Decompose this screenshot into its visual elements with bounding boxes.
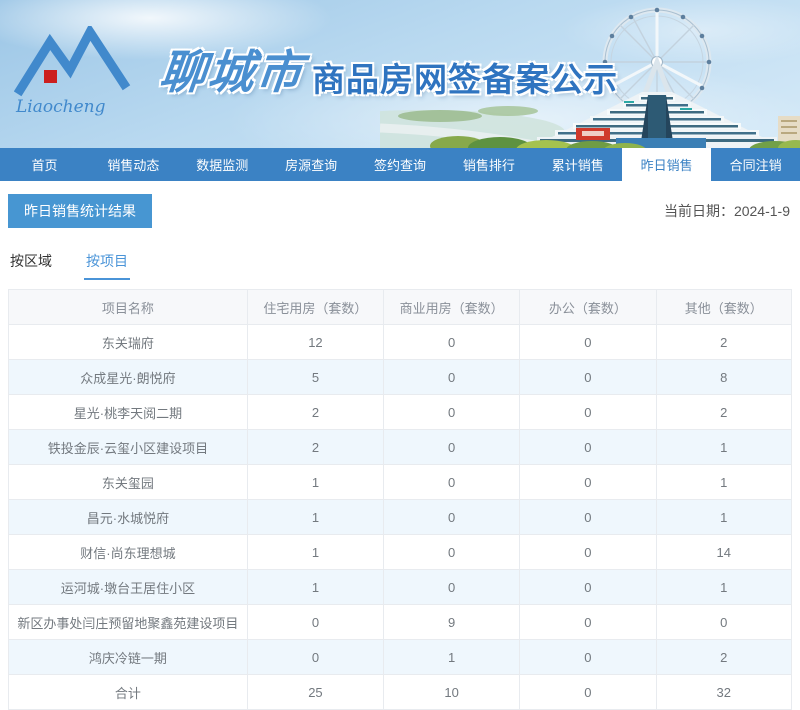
table-cell: 9 bbox=[383, 604, 521, 640]
table-cell: 0 bbox=[246, 639, 385, 675]
title-bar: 昨日销售统计结果 当前日期：2024-1-9 bbox=[8, 194, 792, 228]
table-cell: 0 bbox=[519, 639, 657, 675]
table-cell: 32 bbox=[655, 674, 793, 710]
column-header: 住宅用房（套数） bbox=[246, 289, 385, 325]
table-cell: 0 bbox=[519, 324, 657, 360]
section-title-badge: 昨日销售统计结果 bbox=[8, 194, 152, 228]
current-date-label: 当前日期：2024-1-9 bbox=[663, 203, 790, 219]
table-cell: 12 bbox=[246, 324, 385, 360]
table-row: 东关玺园 1 0 0 1 bbox=[8, 464, 793, 500]
nav-item-home[interactable]: 首页 bbox=[0, 148, 89, 181]
table-cell: 1 bbox=[246, 534, 385, 570]
table-row: 众成星光·朗悦府 5 0 0 8 bbox=[8, 359, 793, 395]
view-tabs: 按区域 按项目 bbox=[8, 251, 792, 280]
main-nav: 首页 销售动态 数据监测 房源查询 签约查询 销售排行 累计销售 昨日销售 合同注销 bbox=[0, 148, 800, 181]
table-cell: 0 bbox=[519, 534, 657, 570]
brand-block: Liaocheng 聊城市 商品房网签备案公示 bbox=[14, 26, 618, 118]
table-cell: 财信·尚东理想城 bbox=[8, 534, 248, 570]
site-header: Liaocheng 聊城市 商品房网签备案公示 bbox=[0, 0, 800, 148]
nav-item-sales-dynamics[interactable]: 销售动态 bbox=[89, 148, 178, 181]
table-cell: 铁投金辰·云玺小区建设项目 bbox=[8, 429, 248, 465]
content-area: 昨日销售统计结果 当前日期：2024-1-9 按区域 按项目 项目名称 住宅用房（… bbox=[0, 194, 800, 710]
table-cell: 东关玺园 bbox=[8, 464, 248, 500]
city-name: 聊城市 bbox=[157, 45, 307, 99]
table-cell: 2 bbox=[655, 639, 793, 675]
table-cell: 1 bbox=[246, 464, 385, 500]
table-cell: 1 bbox=[246, 499, 385, 535]
table-cell: 0 bbox=[519, 569, 657, 605]
table-cell: 0 bbox=[655, 604, 793, 640]
table-cell: 0 bbox=[383, 569, 521, 605]
table-cell: 0 bbox=[383, 359, 521, 395]
nav-item-contract-query[interactable]: 签约查询 bbox=[356, 148, 445, 181]
column-header: 办公（套数） bbox=[519, 289, 657, 325]
table-row: 鸿庆冷链一期 0 1 0 2 bbox=[8, 639, 793, 675]
table-cell: 鸿庆冷链一期 bbox=[8, 639, 248, 675]
table-cell: 1 bbox=[383, 639, 521, 675]
table-cell: 运河城·墩台王居住小区 bbox=[8, 569, 248, 605]
table-cell: 0 bbox=[383, 429, 521, 465]
page-title: 商品房网签备案公示 bbox=[312, 60, 618, 98]
table-cell: 0 bbox=[383, 499, 521, 535]
table-cell: 0 bbox=[383, 464, 521, 500]
table-header-row: 项目名称 住宅用房（套数） 商业用房（套数） 办公（套数） 其他（套数） bbox=[8, 289, 793, 325]
table-cell: 1 bbox=[655, 499, 793, 535]
table-row: 财信·尚东理想城 1 0 0 14 bbox=[8, 534, 793, 570]
sales-statistics-table: 项目名称 住宅用房（套数） 商业用房（套数） 办公（套数） 其他（套数） 东关瑞府 12 0… bbox=[8, 289, 793, 710]
table-cell: 新区办事处闫庄预留地聚鑫苑建设项目 bbox=[8, 604, 248, 640]
table-cell: 1 bbox=[655, 429, 793, 465]
logo-script-text: Liaocheng bbox=[15, 97, 106, 117]
nav-item-contract-cancellation[interactable]: 合同注销 bbox=[711, 148, 800, 181]
nav-item-listing-query[interactable]: 房源查询 bbox=[267, 148, 356, 181]
table-cell: 0 bbox=[383, 324, 521, 360]
table-cell: 0 bbox=[519, 674, 657, 710]
nav-item-sales-ranking[interactable]: 销售排行 bbox=[444, 148, 533, 181]
table-cell: 10 bbox=[383, 674, 521, 710]
table-cell: 0 bbox=[246, 604, 385, 640]
table-cell: 0 bbox=[383, 394, 521, 430]
table-cell: 2 bbox=[655, 394, 793, 430]
column-header: 商业用房（套数） bbox=[383, 289, 521, 325]
column-header: 项目名称 bbox=[8, 289, 248, 325]
nav-item-data-monitoring[interactable]: 数据监测 bbox=[178, 148, 267, 181]
table-row: 新区办事处闫庄预留地聚鑫苑建设项目 0 9 0 0 bbox=[8, 604, 793, 640]
table-cell: 14 bbox=[655, 534, 793, 570]
table-cell: 东关瑞府 bbox=[8, 324, 248, 360]
table-cell: 1 bbox=[655, 569, 793, 605]
table-cell: 0 bbox=[519, 394, 657, 430]
table-cell: 0 bbox=[519, 429, 657, 465]
tab-by-project[interactable]: 按项目 bbox=[84, 251, 130, 280]
table-cell: 1 bbox=[655, 464, 793, 500]
table-cell: 5 bbox=[246, 359, 385, 395]
liaocheng-logo-icon: Liaocheng bbox=[14, 26, 131, 117]
table-cell: 星光·桃李天阅二期 bbox=[8, 394, 248, 430]
table-cell: 0 bbox=[519, 499, 657, 535]
table-cell: 1 bbox=[246, 569, 385, 605]
table-cell: 2 bbox=[655, 324, 793, 360]
table-cell: 0 bbox=[383, 534, 521, 570]
table-cell: 0 bbox=[519, 464, 657, 500]
table-cell: 0 bbox=[519, 604, 657, 640]
table-cell: 8 bbox=[655, 359, 793, 395]
table-row: 铁投金辰·云玺小区建设项目 2 0 0 1 bbox=[8, 429, 793, 465]
table-cell: 0 bbox=[519, 359, 657, 395]
table-cell: 2 bbox=[246, 394, 385, 430]
total-row: 合计 25 10 0 32 bbox=[8, 674, 793, 710]
table-cell: 昌元·水城悦府 bbox=[8, 499, 248, 535]
nav-item-cumulative-sales[interactable]: 累计销售 bbox=[533, 148, 622, 181]
table-row: 昌元·水城悦府 1 0 0 1 bbox=[8, 499, 793, 535]
table-cell: 25 bbox=[246, 674, 385, 710]
table-cell: 合计 bbox=[8, 674, 248, 710]
tab-by-region[interactable]: 按区域 bbox=[8, 251, 54, 280]
nav-item-yesterday-sales[interactable]: 昨日销售 bbox=[622, 148, 712, 181]
table-cell: 2 bbox=[246, 429, 385, 465]
table-row: 星光·桃李天阅二期 2 0 0 2 bbox=[8, 394, 793, 430]
table-row: 运河城·墩台王居住小区 1 0 0 1 bbox=[8, 569, 793, 605]
table-cell: 众成星光·朗悦府 bbox=[8, 359, 248, 395]
column-header: 其他（套数） bbox=[655, 289, 793, 325]
table-row: 东关瑞府 12 0 0 2 bbox=[8, 324, 793, 360]
